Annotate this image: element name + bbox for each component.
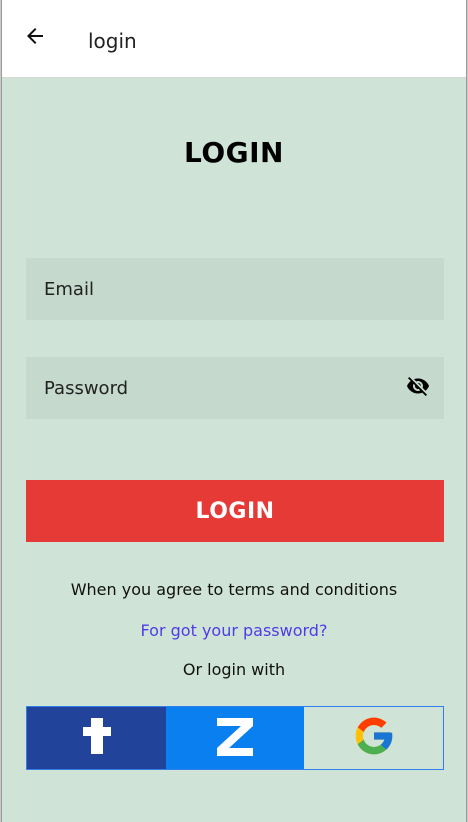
zalo-login-button[interactable] <box>165 707 305 769</box>
login-button[interactable]: LOGIN <box>26 480 444 542</box>
tumblr-icon <box>76 716 116 760</box>
password-field[interactable] <box>26 357 444 419</box>
social-login-row <box>26 706 444 770</box>
password-field-container <box>26 357 444 419</box>
app-bar-title: login <box>88 29 137 53</box>
eye-off-icon <box>406 374 430 402</box>
tumblr-login-button[interactable] <box>27 707 166 769</box>
app-bar: login <box>2 0 466 78</box>
or-login-with-text: Or login with <box>182 660 286 679</box>
email-field[interactable] <box>26 258 444 320</box>
back-button[interactable] <box>17 20 53 56</box>
zalo-icon <box>213 714 257 762</box>
forgot-password-link[interactable]: For got your password? <box>2 621 466 640</box>
toggle-password-visibility-button[interactable] <box>404 374 432 402</box>
google-icon <box>352 714 396 762</box>
email-field-container <box>26 258 444 320</box>
page-title: LOGIN <box>184 136 284 169</box>
app-frame: login LOGIN LOGIN When you agree to term… <box>1 0 467 822</box>
google-login-button[interactable] <box>304 707 444 769</box>
arrow-left-icon <box>23 24 47 52</box>
terms-text: When you agree to terms and conditions <box>70 580 398 599</box>
